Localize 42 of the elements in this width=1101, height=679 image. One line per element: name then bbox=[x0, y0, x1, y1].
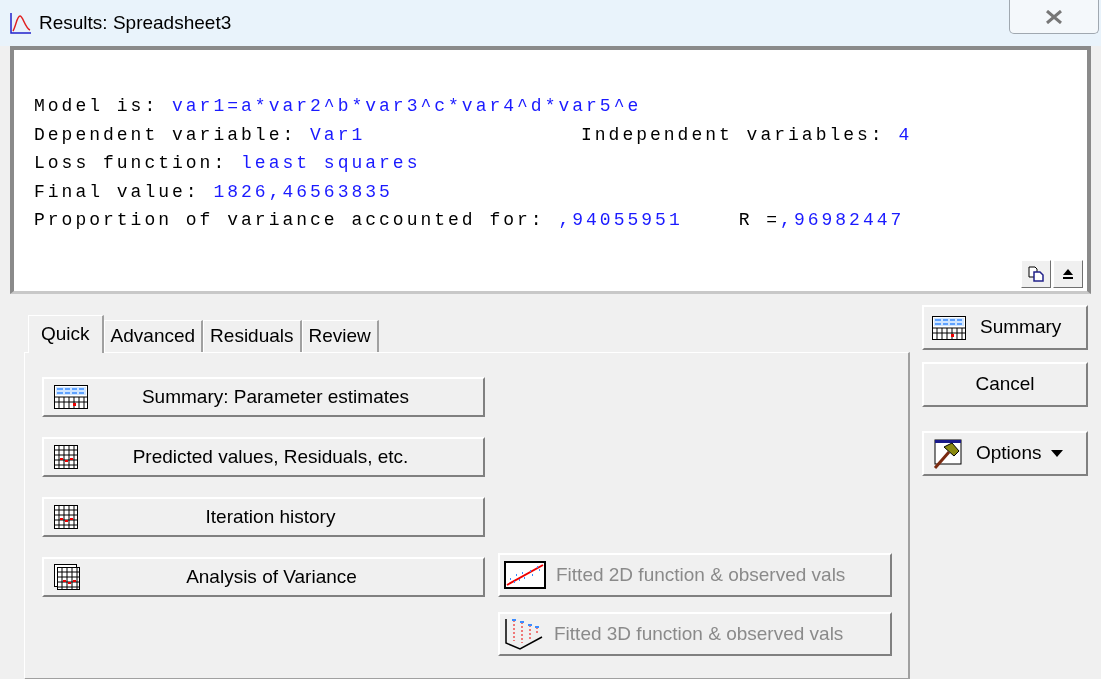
tab[interactable]: Quick bbox=[28, 315, 104, 353]
output-label: Independent variables: bbox=[581, 123, 885, 147]
output-label: Final value: bbox=[34, 180, 200, 204]
output-label: Model is: bbox=[34, 95, 159, 118]
action-button[interactable]: Summary: Parameter estimates bbox=[42, 377, 485, 417]
output-value: least squares bbox=[241, 152, 421, 175]
3d-plot-icon bbox=[504, 617, 544, 651]
output-value: ,94055951 bbox=[558, 209, 683, 232]
action-button[interactable]: Options bbox=[922, 431, 1088, 476]
up-arrow-icon bbox=[1062, 268, 1074, 280]
action-button[interactable]: Iteration history bbox=[42, 497, 485, 537]
output-value: ,96982447 bbox=[780, 209, 905, 232]
copy-button[interactable] bbox=[1021, 260, 1051, 288]
grid-icon bbox=[54, 564, 80, 590]
grid-icon bbox=[54, 385, 88, 409]
output-label: Proportion of variance accounted for: bbox=[34, 209, 545, 232]
close-button[interactable] bbox=[1009, 0, 1099, 34]
grid-icon bbox=[54, 445, 78, 469]
output-value: var1=a*var2^b*var3^c*var4^d*var5^e bbox=[172, 95, 642, 118]
tab[interactable]: Review bbox=[301, 320, 379, 352]
caret-icon bbox=[1051, 449, 1064, 458]
output-value: Var1 bbox=[310, 123, 366, 147]
output-value: 4 bbox=[898, 123, 913, 147]
grid-icon bbox=[932, 315, 966, 340]
app-icon bbox=[10, 12, 32, 34]
hammer-icon bbox=[932, 438, 962, 469]
tab[interactable]: Advanced bbox=[103, 320, 204, 352]
grid-icon bbox=[54, 505, 78, 529]
action-button[interactable]: Summary bbox=[922, 305, 1088, 350]
scatter-plot-icon bbox=[504, 561, 546, 589]
copy-icon bbox=[1028, 266, 1044, 282]
output-value: 1826,46563835 bbox=[213, 180, 393, 204]
close-icon bbox=[1045, 9, 1063, 24]
action-button[interactable]: Predicted values, Residuals, etc. bbox=[42, 437, 485, 477]
action-button[interactable]: Cancel bbox=[922, 362, 1088, 407]
output-label: Loss function: bbox=[34, 152, 228, 175]
tab[interactable]: Residuals bbox=[203, 320, 302, 352]
output-label: R = bbox=[738, 209, 781, 232]
action-button[interactable]: Analysis of Variance bbox=[42, 557, 485, 597]
window-title: Results: Spreadsheet3 bbox=[39, 10, 232, 35]
output-label: Dependent variable: bbox=[34, 123, 297, 147]
pin-button[interactable] bbox=[1053, 260, 1083, 288]
